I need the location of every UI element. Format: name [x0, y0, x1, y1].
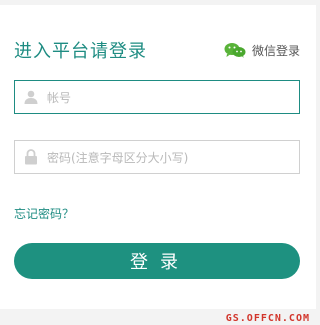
- login-button[interactable]: 登录: [14, 243, 300, 279]
- watermark: GS.OFFCN.COM: [225, 313, 310, 324]
- page-title: 进入平台请登录: [14, 41, 147, 62]
- forgot-password-link[interactable]: 忘记密码？: [14, 205, 74, 222]
- login-panel: 进入平台请登录 微信登录 帐号 密码(注意字母区分大小写) 忘记密码？ 登录: [0, 5, 316, 309]
- wechat-login-label[interactable]: 微信登录: [252, 42, 300, 59]
- wechat-login-link[interactable]: 微信登录: [224, 37, 300, 63]
- account-placeholder: 帐号: [47, 90, 72, 105]
- password-input[interactable]: 密码(注意字母区分大小写): [14, 140, 300, 174]
- wechat-icon: [224, 43, 246, 58]
- account-input[interactable]: 帐号: [14, 80, 300, 114]
- lock-icon: [23, 149, 39, 165]
- password-placeholder: 密码(注意字母区分大小写): [47, 150, 189, 165]
- user-icon: [23, 89, 39, 105]
